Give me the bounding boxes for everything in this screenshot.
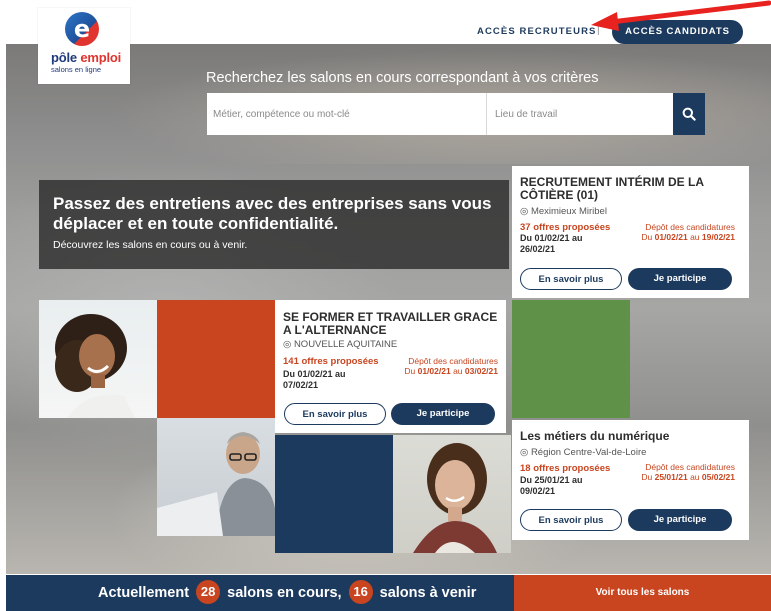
fair-title[interactable]: RECRUTEMENT INTÉRIM DE LA CÔTIÈRE (01) (520, 176, 742, 202)
search-bar (207, 93, 705, 135)
fair-location: ◎ Meximieux Miribel (520, 206, 607, 217)
fair-card: Les métiers du numérique ◎ Région Centre… (512, 420, 749, 540)
photo-smiling-woman (39, 300, 157, 418)
fair-title[interactable]: Les métiers du numérique (520, 430, 742, 443)
red-arrow-annotation (591, 0, 771, 31)
learn-more-button[interactable]: En savoir plus (520, 509, 622, 531)
fair-count-banner: Actuellement 28 salons en cours, 16 salo… (6, 575, 514, 611)
location-pin-icon: ◎ (520, 447, 529, 458)
fair-location: ◎ Région Centre-Val-de-Loire (520, 447, 647, 458)
logo-brand-name: pôle emploi (51, 50, 122, 65)
upcoming-fairs-count-badge: 16 (348, 580, 373, 605)
orange-tile (157, 300, 275, 418)
logo-subtitle: salons en ligne (51, 65, 102, 74)
fair-offers-count: 141 offres proposées (283, 356, 379, 367)
keyword-search-input[interactable] (207, 93, 487, 135)
promo-subline: Découvrez les salons en cours ou à venir… (53, 239, 248, 251)
see-all-fairs-button[interactable]: Voir tous les salons (514, 575, 771, 611)
location-search-input[interactable] (487, 93, 673, 135)
fair-dates: Du 25/01/21 au 09/02/21 (520, 475, 583, 496)
navy-tile (275, 435, 393, 553)
fair-dates: Du 01/02/21 au 07/02/21 (283, 369, 346, 390)
page: ACCÈS RECRUTEURS | ACCÈS CANDIDATS e pôl… (0, 0, 771, 611)
pole-emploi-logo[interactable]: e pôle emploi salons en ligne (38, 8, 130, 84)
fair-application-deadline: Dépôt des candidatures Du 25/01/21 au 05/… (641, 462, 735, 482)
promo-banner: Passez des entretiens avec des entrepris… (39, 180, 509, 269)
fair-application-deadline: Dépôt des candidatures Du 01/02/21 au 19/… (641, 222, 735, 242)
participate-button[interactable]: Je participe (628, 509, 732, 531)
learn-more-button[interactable]: En savoir plus (520, 268, 622, 290)
bottom-bar: Actuellement 28 salons en cours, 16 salo… (6, 575, 771, 611)
photo-man-with-glasses (157, 418, 275, 536)
search-button[interactable] (673, 93, 705, 135)
fair-card: RECRUTEMENT INTÉRIM DE LA CÔTIÈRE (01) ◎… (512, 166, 749, 298)
recruiters-access-link[interactable]: ACCÈS RECRUTEURS (477, 26, 596, 37)
fair-count-text: Actuellement 28 salons en cours, 16 salo… (98, 575, 476, 611)
current-fairs-count-badge: 28 (196, 580, 221, 605)
fair-offers-count: 18 offres proposées (520, 463, 611, 474)
location-pin-icon: ◎ (520, 206, 529, 217)
fair-offers-count: 37 offres proposées (520, 222, 611, 233)
fair-title[interactable]: SE FORMER ET TRAVAILLER GRACE A L'ALTERN… (283, 311, 499, 337)
promo-headline: Passez des entretiens avec des entrepris… (53, 194, 492, 233)
learn-more-button[interactable]: En savoir plus (284, 403, 386, 425)
participate-button[interactable]: Je participe (391, 403, 495, 425)
fair-card: SE FORMER ET TRAVAILLER GRACE A L'ALTERN… (275, 300, 506, 433)
photo-smiling-young-woman (393, 435, 511, 553)
fair-location: ◎ NOUVELLE AQUITAINE (283, 339, 398, 350)
green-tile (512, 300, 630, 418)
logo-mark-icon: e (65, 12, 99, 46)
participate-button[interactable]: Je participe (628, 268, 732, 290)
location-pin-icon: ◎ (283, 339, 292, 350)
fair-application-deadline: Dépôt des candidatures Du 01/02/21 au 03/… (404, 356, 498, 376)
search-icon (682, 107, 696, 121)
search-heading: Recherchez les salons en cours correspon… (206, 70, 599, 86)
fair-dates: Du 01/02/21 au 26/02/21 (520, 233, 583, 254)
